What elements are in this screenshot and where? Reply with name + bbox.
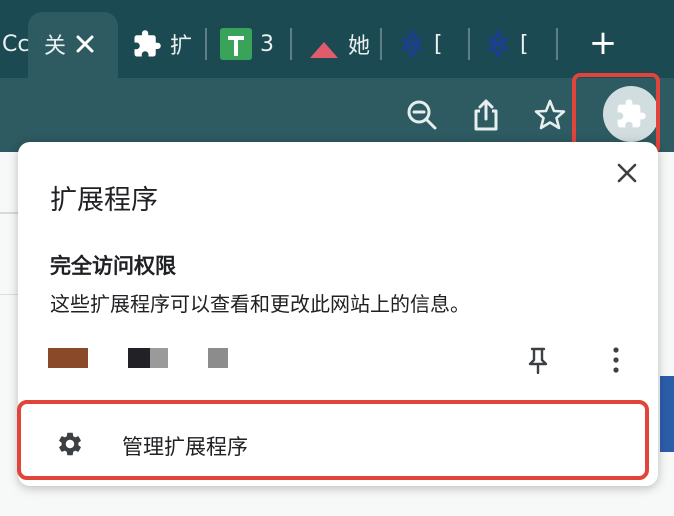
tab-label: Сс bbox=[2, 31, 30, 57]
divider bbox=[0, 294, 20, 295]
tab-separator bbox=[468, 28, 470, 60]
pin-icon[interactable] bbox=[526, 346, 550, 374]
page-blue-bar bbox=[660, 376, 674, 452]
tab-label: [ bbox=[520, 31, 529, 57]
manage-extensions-highlight bbox=[17, 400, 649, 480]
tab-sheet[interactable]: 3 bbox=[220, 18, 274, 70]
tab-partial[interactable]: Сс bbox=[2, 18, 29, 70]
triangle-favicon-icon bbox=[310, 42, 338, 58]
tab-figure-2[interactable]: [ bbox=[484, 18, 529, 70]
tab-separator bbox=[380, 28, 382, 60]
tab-triangle[interactable]: 她 bbox=[308, 18, 370, 70]
puzzle-icon bbox=[134, 30, 161, 57]
extension-icon-1[interactable] bbox=[48, 348, 88, 368]
divider bbox=[0, 212, 20, 214]
tab-label: 她 bbox=[348, 34, 371, 59]
permission-heading: 完全访问权限 bbox=[50, 254, 176, 278]
extension-icon-3[interactable] bbox=[208, 348, 228, 368]
zoom-out-icon[interactable] bbox=[404, 97, 440, 133]
tab-label: [ bbox=[434, 31, 443, 57]
permission-description: 这些扩展程序可以查看和更改此网站上的信息。 bbox=[50, 292, 470, 316]
tab-separator bbox=[556, 28, 558, 60]
tab-label: 扩 bbox=[170, 34, 193, 59]
tab-label: 关 bbox=[44, 34, 67, 59]
share-icon[interactable] bbox=[468, 97, 504, 133]
close-icon[interactable] bbox=[74, 33, 96, 55]
tab-current[interactable]: 关 bbox=[44, 18, 96, 70]
more-vert-icon[interactable] bbox=[608, 346, 624, 374]
extension-icon-2[interactable] bbox=[128, 348, 168, 368]
star-icon[interactable] bbox=[532, 97, 568, 133]
new-tab-button[interactable]: + bbox=[586, 26, 620, 60]
tab-label: 3 bbox=[260, 31, 274, 57]
tab-figure-1[interactable]: [ bbox=[398, 18, 443, 70]
tab-extensions[interactable]: 扩 bbox=[132, 18, 192, 70]
popup-title: 扩展程序 bbox=[50, 185, 158, 216]
plus-favicon-icon bbox=[220, 28, 252, 60]
close-icon[interactable] bbox=[614, 160, 640, 186]
tab-separator bbox=[205, 28, 207, 60]
tab-separator bbox=[290, 28, 292, 60]
figure-favicon-icon bbox=[487, 28, 509, 60]
figure-favicon-icon bbox=[401, 28, 423, 60]
